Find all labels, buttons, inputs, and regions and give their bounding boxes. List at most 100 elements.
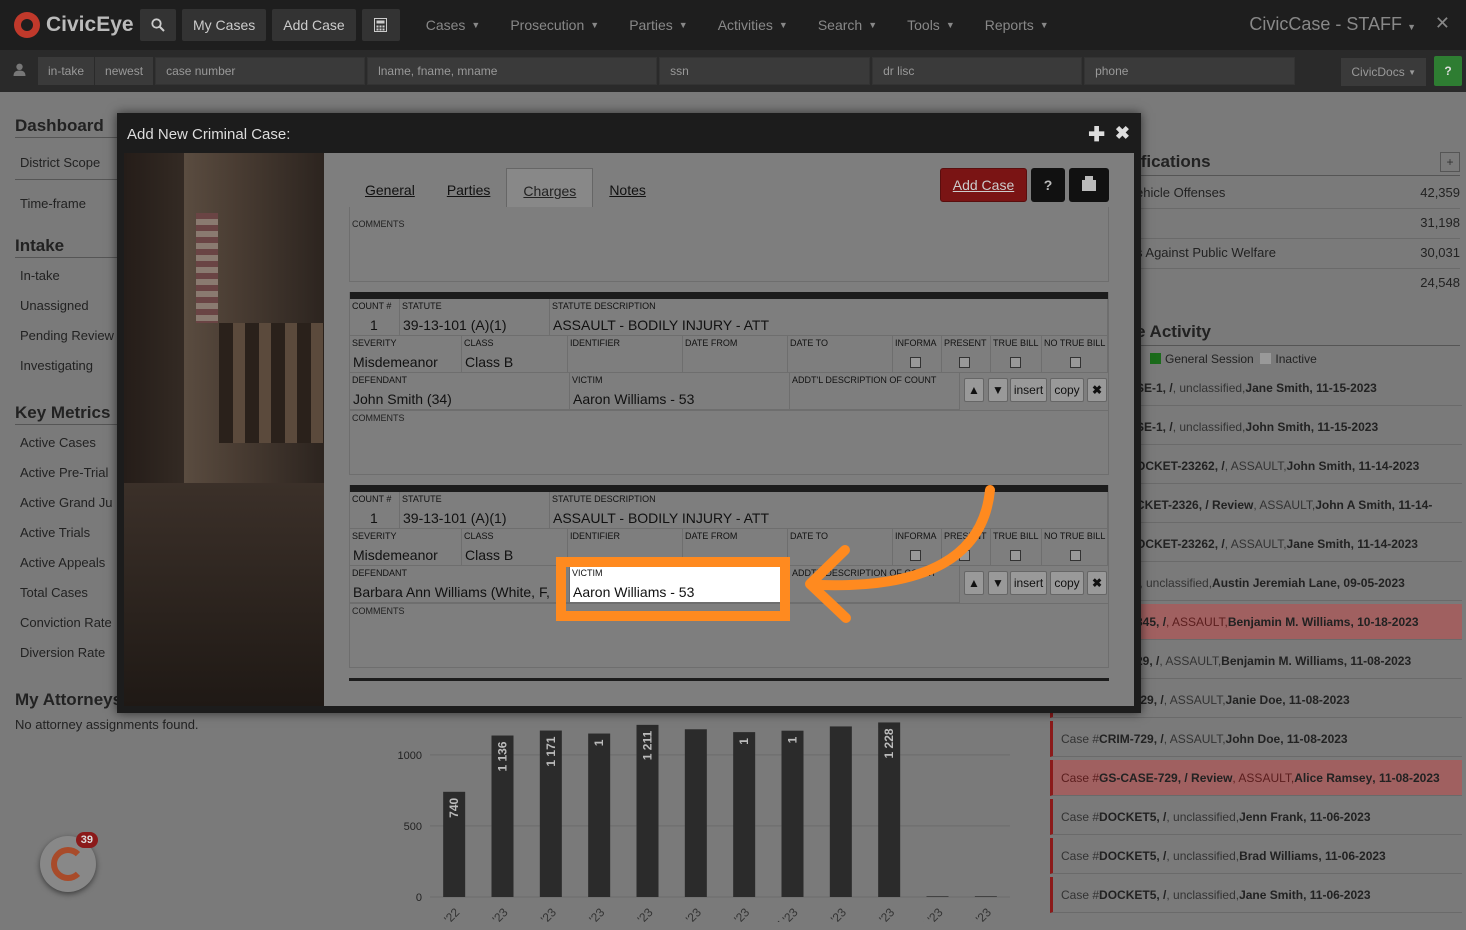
sidebar-item-investigating[interactable]: Investigating bbox=[20, 358, 93, 373]
chart-bar[interactable] bbox=[829, 726, 852, 897]
metric-active-cases[interactable]: Active Cases bbox=[20, 435, 96, 450]
insert-charge-button[interactable]: insert bbox=[1010, 378, 1047, 402]
menu-reports[interactable]: Reports ▼ bbox=[985, 17, 1049, 33]
defendant-field[interactable]: DEFENDANT Barbara Ann Williams (White, F, bbox=[350, 566, 570, 603]
activity-item[interactable]: SE-1, / , unclassified, Jane Smith, 11-1… bbox=[1136, 370, 1462, 406]
metric-total-cases[interactable]: Total Cases bbox=[20, 585, 88, 600]
menu-activities[interactable]: Activities ▼ bbox=[718, 17, 788, 33]
help-button[interactable]: ? bbox=[1434, 56, 1462, 86]
metric-diversion-rate[interactable]: Diversion Rate bbox=[20, 645, 105, 660]
count-field[interactable]: COUNT # 1 bbox=[350, 492, 400, 529]
activity-item[interactable]: / , unclassified, Austin Jeremiah Lane, … bbox=[1136, 565, 1462, 601]
expand-plus-button[interactable]: + bbox=[1440, 152, 1460, 172]
time-frame-link[interactable]: Time-frame bbox=[20, 196, 86, 211]
menu-cases[interactable]: Cases ▼ bbox=[426, 17, 481, 33]
metric-conviction-rate[interactable]: Conviction Rate bbox=[20, 615, 112, 630]
copy-charge-button[interactable]: copy bbox=[1050, 378, 1084, 402]
severity-field[interactable]: SEVERITY Misdemeanor bbox=[350, 336, 462, 373]
app-role-menu[interactable]: CivicCase - STAFF ▼ bbox=[1249, 14, 1416, 35]
insert-charge-button[interactable]: insert bbox=[1010, 571, 1047, 595]
sidebar-item-unassigned[interactable]: Unassigned bbox=[20, 298, 89, 313]
modal-close-icon[interactable]: ✖ bbox=[1115, 123, 1130, 144]
delete-charge-button[interactable]: ✖ bbox=[1087, 378, 1107, 402]
activity-item[interactable]: 345, / , ASSAULT, Benjamin M. Williams, … bbox=[1136, 604, 1462, 640]
classification-row[interactable]: 24,548 bbox=[1136, 275, 1460, 298]
activity-item[interactable]: Case # DOCKET5, / , unclassified, Jane Sm… bbox=[1050, 877, 1462, 913]
identifier-field[interactable]: IDENTIFIER bbox=[568, 336, 683, 373]
phone-input[interactable]: phone bbox=[1084, 57, 1296, 85]
true-bill-checkbox[interactable] bbox=[1010, 550, 1021, 561]
classification-row[interactable]: s Against Public Welfare 30,031 bbox=[1136, 245, 1460, 269]
chart-bar[interactable] bbox=[588, 733, 611, 897]
delete-charge-button[interactable]: ✖ bbox=[1087, 571, 1107, 595]
move-up-button[interactable]: ▲ bbox=[964, 378, 984, 402]
print-button[interactable] bbox=[1069, 168, 1109, 202]
additional-description-field[interactable]: ADDT'L DESCRIPTION OF COUNT bbox=[790, 373, 960, 410]
activity-item[interactable]: SE-1, / , unclassified, John Smith, 11-1… bbox=[1136, 409, 1462, 445]
class-field[interactable]: CLASS Class B bbox=[462, 529, 568, 566]
ssn-input[interactable]: ssn bbox=[659, 57, 871, 85]
chart-bar[interactable] bbox=[684, 729, 707, 897]
menu-parties[interactable]: Parties ▼ bbox=[629, 17, 688, 33]
activity-item[interactable]: Case # DOCKET5, / , unclassified, Jenn Fr… bbox=[1050, 799, 1462, 835]
move-down-button[interactable]: ▼ bbox=[988, 378, 1008, 402]
present-checkbox[interactable] bbox=[959, 357, 970, 368]
statute-field[interactable]: STATUTE 39-13-101 (A)(1) bbox=[400, 299, 550, 336]
metric-active-appeals[interactable]: Active Appeals bbox=[20, 555, 105, 570]
chart-bar[interactable] bbox=[926, 896, 949, 897]
statute-field[interactable]: STATUTE 39-13-101 (A)(1) bbox=[400, 492, 550, 529]
menu-tools[interactable]: Tools ▼ bbox=[907, 17, 955, 33]
case-number-input[interactable]: case number bbox=[155, 57, 366, 85]
maximize-plus-icon[interactable]: ✚ bbox=[1088, 122, 1105, 147]
district-scope-link[interactable]: District Scope bbox=[20, 155, 100, 170]
activity-item[interactable]: OCKET-23262, / , ASSAULT, John Smith, 11… bbox=[1136, 448, 1462, 484]
informa-checkbox[interactable] bbox=[910, 357, 921, 368]
chart-bar[interactable] bbox=[733, 732, 756, 897]
true-bill-checkbox[interactable] bbox=[1010, 357, 1021, 368]
add-case-button[interactable]: Add Case bbox=[940, 168, 1027, 202]
brand[interactable]: CivicEye bbox=[0, 12, 140, 38]
count-field[interactable]: COUNT # 1 bbox=[350, 299, 400, 336]
activity-item[interactable]: Case # GS-CASE-729, / Review, ASSAULT, Al… bbox=[1050, 760, 1462, 796]
metric-active-pre-trial[interactable]: Active Pre-Trial bbox=[20, 465, 108, 480]
classification-row[interactable]: ehicle Offenses 42,359 bbox=[1136, 185, 1460, 209]
menu-search[interactable]: Search ▼ bbox=[818, 17, 877, 33]
sidebar-item-pending-review[interactable]: Pending Review bbox=[20, 328, 114, 343]
search-button[interactable] bbox=[140, 9, 176, 41]
victim-field[interactable]: VICTIM Aaron Williams - 53 bbox=[570, 373, 790, 410]
drivers-license-input[interactable]: dr lisc bbox=[872, 57, 1083, 85]
activity-item[interactable]: OCKET-23262, / , ASSAULT, Jane Smith, 11… bbox=[1136, 526, 1462, 562]
no-true-bill-checkbox[interactable] bbox=[1070, 357, 1081, 368]
date-to-field[interactable]: DATE TO bbox=[788, 336, 893, 373]
metric-active-trials[interactable]: Active Trials bbox=[20, 525, 90, 540]
add-case-nav-button[interactable]: Add Case bbox=[272, 9, 356, 41]
intake-filter-button[interactable]: in-take bbox=[38, 57, 95, 85]
defendant-field[interactable]: DEFENDANT John Smith (34) bbox=[350, 373, 570, 410]
calculator-button[interactable] bbox=[361, 9, 400, 41]
chart-bar[interactable] bbox=[781, 730, 804, 897]
copy-charge-button[interactable]: copy bbox=[1050, 571, 1084, 595]
activity-item[interactable]: Case # DOCKET5, / , unclassified, Brad Wi… bbox=[1050, 838, 1462, 874]
close-icon[interactable]: ✕ bbox=[1435, 13, 1450, 34]
newest-filter-button[interactable]: newest bbox=[95, 57, 154, 85]
chart-bar[interactable] bbox=[974, 896, 997, 897]
class-field[interactable]: CLASS Class B bbox=[462, 336, 568, 373]
comments-field[interactable]: COMMENTS bbox=[350, 410, 1108, 474]
my-cases-button[interactable]: My Cases bbox=[182, 9, 267, 41]
statute-description-field[interactable]: STATUTE DESCRIPTION ASSAULT - BODILY INJU… bbox=[550, 299, 1108, 336]
no-true-bill-checkbox[interactable] bbox=[1070, 550, 1081, 561]
civicdocs-dropdown[interactable]: CivicDocs ▼ bbox=[1341, 58, 1426, 86]
civiceye-chat-button[interactable]: 39 bbox=[40, 832, 98, 892]
activity-item[interactable]: Case # CRIM-729, / , ASSAULT, John Doe, 1… bbox=[1050, 721, 1462, 757]
modal-help-button[interactable]: ? bbox=[1031, 168, 1065, 202]
activity-item[interactable]: 29, / , ASSAULT, Benjamin M. Williams, 1… bbox=[1136, 643, 1462, 679]
classification-row[interactable]: 31,198 bbox=[1136, 215, 1460, 239]
activity-item[interactable]: CKET-2326, / Review, ASSAULT, John A Smi… bbox=[1136, 487, 1462, 523]
date-from-field[interactable]: DATE FROM bbox=[683, 336, 788, 373]
severity-field[interactable]: SEVERITY Misdemeanor bbox=[350, 529, 462, 566]
sidebar-item-intake[interactable]: In-take bbox=[20, 268, 60, 283]
name-input[interactable]: lname, fname, mname bbox=[367, 57, 658, 85]
menu-prosecution[interactable]: Prosecution ▼ bbox=[510, 17, 599, 33]
user-icon[interactable] bbox=[0, 63, 38, 79]
metric-active-grand-jury[interactable]: Active Grand Ju bbox=[20, 495, 113, 510]
